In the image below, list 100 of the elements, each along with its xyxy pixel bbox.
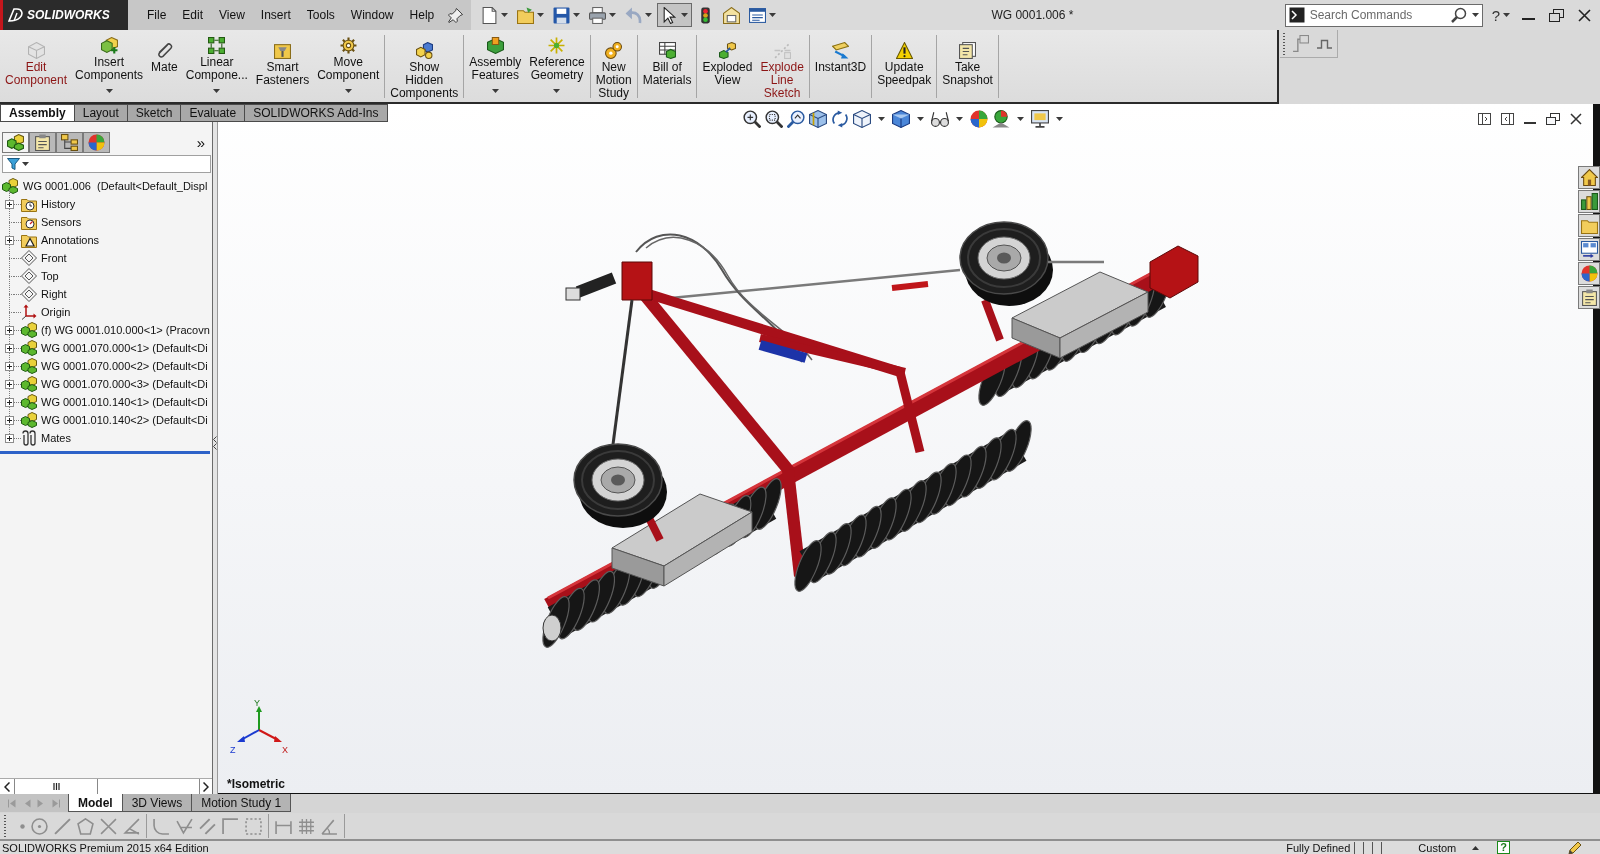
monitor-icon[interactable] — [1031, 110, 1049, 128]
tree-node[interactable]: Mates — [41, 432, 71, 444]
task-pane-tab[interactable] — [1578, 238, 1600, 261]
panel-tab[interactable] — [2, 132, 29, 153]
tree-node[interactable]: Sensors — [41, 216, 82, 228]
caret-icon[interactable] — [878, 117, 885, 121]
plus-box-icon[interactable] — [5, 343, 14, 353]
search-box[interactable]: Search Commands — [1284, 3, 1483, 27]
command-button[interactable]: Exploded View — [698, 35, 757, 98]
glasses-icon[interactable] — [931, 110, 949, 128]
menu-item[interactable]: Tools — [298, 5, 343, 25]
command-button[interactable]: Insert Components — [71, 35, 148, 98]
caret-icon[interactable] — [917, 117, 924, 121]
more-tabs-button[interactable]: » — [191, 133, 210, 153]
panel-tab[interactable] — [29, 132, 56, 153]
double-chevron-icon[interactable] — [213, 436, 217, 450]
magnifier-chevron-icon[interactable] — [787, 110, 805, 128]
task-pane-tab[interactable] — [1578, 262, 1600, 285]
menu-item[interactable]: Edit — [174, 5, 212, 25]
tree-node[interactable]: Origin — [41, 306, 71, 318]
tab[interactable]: Sketch — [127, 104, 182, 122]
restore-icon[interactable] — [1549, 8, 1564, 22]
cut-cube-icon[interactable] — [809, 110, 827, 128]
command-button[interactable]: Assembly Features — [465, 35, 526, 98]
tree-node[interactable]: WG 0001.010.140<1> (Default<Di — [41, 396, 208, 408]
restore-icon[interactable] — [1546, 113, 1560, 125]
caret-icon[interactable] — [956, 117, 963, 121]
horizontal-scrollbar[interactable] — [0, 778, 212, 794]
node-link-icon[interactable] — [1292, 35, 1309, 52]
tree-node[interactable]: History — [41, 198, 76, 210]
step-line-icon[interactable] — [1316, 38, 1333, 49]
plus-box-icon[interactable] — [5, 199, 14, 209]
command-button[interactable]: Move Component — [313, 35, 384, 98]
command-button[interactable]: Show Hidden Components — [386, 35, 463, 98]
menu-item[interactable]: Window — [342, 5, 402, 25]
plus-box-icon[interactable] — [5, 235, 14, 245]
command-button[interactable]: Smart Fasteners — [251, 35, 314, 98]
tree-node[interactable]: WG 0001.010.140<2> (Default<Di — [41, 414, 208, 426]
filter-field[interactable] — [2, 155, 211, 173]
menu-item[interactable]: View — [211, 5, 253, 25]
tab[interactable]: Model — [68, 794, 123, 812]
zoom-area-icon[interactable] — [765, 110, 783, 128]
menu-item[interactable]: Insert — [252, 5, 299, 25]
task-pane-tab[interactable] — [1578, 190, 1600, 213]
command-button[interactable]: Update Speedpak — [873, 35, 936, 98]
pushpin-icon[interactable] — [448, 7, 464, 23]
caret-icon[interactable] — [1056, 117, 1063, 121]
command-button[interactable]: Bill of Materials — [638, 35, 696, 98]
units-button[interactable]: Custom — [1418, 841, 1457, 854]
help-button[interactable]: ? — [1488, 6, 1503, 24]
tab[interactable]: Evaluate — [181, 104, 246, 122]
command-button[interactable]: Take Snapshot — [938, 35, 997, 98]
task-pane-tab[interactable] — [1578, 166, 1600, 189]
plus-box-icon[interactable] — [5, 361, 14, 371]
command-button[interactable]: Instant3D — [810, 35, 871, 98]
command-button[interactable]: Mate — [147, 35, 182, 98]
task-pane-tab[interactable] — [1578, 286, 1600, 309]
close-icon[interactable] — [1570, 113, 1582, 125]
plus-box-icon[interactable] — [5, 433, 14, 443]
tree-node[interactable]: WG 0001.070.000<2> (Default<Di — [41, 360, 208, 372]
tree-node[interactable]: (f) WG 0001.010.000<1> (Pracovn — [41, 324, 210, 336]
rotate-arrows-icon[interactable] — [831, 110, 849, 128]
caret-icon[interactable] — [1503, 13, 1510, 17]
plus-box-icon[interactable] — [5, 397, 14, 407]
tree-node[interactable]: WG 0001.006 (Default<Default_Displ — [23, 180, 208, 192]
panel-tab[interactable] — [83, 132, 110, 153]
caret-icon[interactable] — [1471, 13, 1479, 17]
caret-up-icon[interactable] — [1472, 845, 1480, 850]
tile-left-icon[interactable] — [1478, 113, 1491, 125]
tab[interactable]: SOLIDWORKS Add-Ins — [245, 104, 388, 122]
plus-box-icon[interactable] — [5, 379, 14, 389]
close-icon[interactable] — [1578, 8, 1591, 22]
tab[interactable]: 3D Views — [122, 794, 193, 812]
shaded-cube-icon[interactable] — [892, 110, 910, 128]
zoom-fit-icon[interactable] — [743, 110, 761, 128]
panel-tab[interactable] — [56, 132, 83, 153]
pencil-icon[interactable] — [1568, 840, 1582, 854]
globe-stand-icon[interactable] — [992, 110, 1010, 128]
plus-box-icon[interactable] — [5, 325, 14, 335]
caret-icon[interactable] — [1017, 117, 1024, 121]
menu-item[interactable]: File — [139, 5, 175, 25]
tab[interactable]: Motion Study 1 — [192, 794, 292, 812]
tree-node[interactable]: WG 0001.070.000<1> (Default<Di — [41, 342, 208, 354]
tab[interactable]: Layout — [74, 104, 128, 122]
quick-access-button[interactable] — [657, 3, 693, 27]
command-button[interactable]: Reference Geometry — [525, 35, 589, 98]
sphere-icon[interactable] — [970, 110, 988, 128]
search-icon[interactable] — [1450, 7, 1467, 23]
tree-node[interactable]: Right — [41, 288, 67, 300]
tree-node[interactable]: Top — [41, 270, 59, 282]
task-pane-tab[interactable] — [1578, 214, 1600, 237]
tree-node[interactable]: Front — [41, 252, 67, 264]
tile-right-icon[interactable] — [1501, 113, 1514, 125]
tree-node[interactable]: Annotations — [41, 234, 100, 246]
menu-item[interactable]: Help — [401, 5, 443, 25]
tree-node[interactable]: WG 0001.070.000<3> (Default<Di — [41, 378, 208, 390]
command-button[interactable]: Linear Compone... — [181, 35, 252, 98]
search-field[interactable]: Search Commands — [1309, 6, 1446, 24]
help-button[interactable]: ? — [1497, 841, 1510, 854]
cube-icon[interactable] — [853, 110, 871, 128]
